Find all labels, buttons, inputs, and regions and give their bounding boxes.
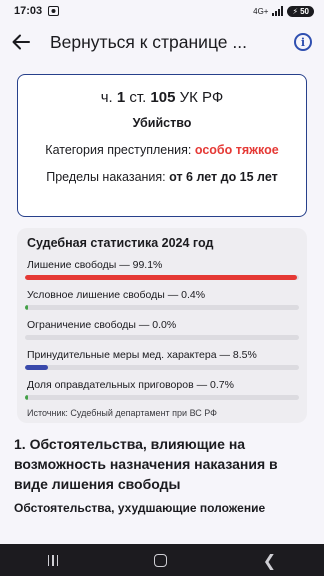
stats-title: Судебная статистика 2024 год (27, 236, 214, 250)
back-icon[interactable]: ❮ (263, 551, 276, 570)
stat-bar-track (25, 305, 299, 310)
status-bar: 17:03 4G+ ⚡ 50 (0, 0, 324, 22)
stat-label: Доля оправдательных приговоров — 0.7% (27, 379, 234, 391)
stats-source: Источник: Судебный департамент при ВС РФ (27, 408, 218, 418)
article-number: 105 (150, 89, 176, 106)
stat-bar-track (25, 365, 299, 370)
system-nav-bar: ❮ (0, 544, 324, 576)
arrow-left-icon[interactable] (12, 34, 30, 50)
recent-apps-icon[interactable] (47, 554, 59, 566)
info-icon[interactable]: i (294, 33, 312, 51)
page-title: Вернуться к странице ... (50, 31, 247, 52)
article-code: УК РФ (179, 89, 224, 106)
article-prefix: ч. (100, 89, 113, 106)
punishment-limits: Пределы наказания: от 6 лет до 15 лет (18, 169, 306, 186)
crime-category: Категория преступления: особо тяжкое (18, 142, 306, 159)
stat-bar-fill (25, 305, 29, 310)
stat-row: Доля оправдательных приговоров — 0.7% (25, 379, 299, 400)
stat-bar-track (25, 275, 299, 280)
limits-value: от 6 лет до 15 лет (169, 170, 278, 184)
article-reference: ч. 1 ст. 105 УК РФ (18, 89, 306, 106)
crime-name: Убийство (132, 116, 192, 130)
stat-bar-track (25, 335, 299, 340)
stat-label: Принудительные меры мед. характера — 8.5… (27, 349, 257, 361)
stat-bar-fill (25, 365, 49, 370)
battery-level: 50 (300, 6, 309, 16)
limits-label: Пределы наказания: (46, 170, 166, 184)
article-mid: ст. (129, 89, 147, 106)
stat-row: Ограничение свободы — 0.0% (25, 319, 299, 340)
home-icon[interactable] (154, 553, 168, 567)
article-card: ч. 1 ст. 105 УК РФ Убийство Категория пр… (17, 74, 307, 217)
stat-row: Принудительные меры мед. характера — 8.5… (25, 349, 299, 370)
stat-label: Ограничение свободы — 0.0% (27, 319, 177, 331)
network-label: 4G+ (253, 6, 269, 16)
stat-label: Условное лишение свободы — 0.4% (27, 289, 206, 301)
stat-label: Лишение свободы — 99.1% (27, 259, 163, 271)
battery-icon: ⚡ (292, 6, 299, 16)
stat-row: Лишение свободы — 99.1% (25, 259, 299, 280)
stat-bar-fill (25, 395, 29, 400)
screenshot-icon (48, 6, 60, 16)
category-label: Категория преступления: (45, 143, 192, 157)
signal-icon (272, 6, 284, 16)
stat-row: Условное лишение свободы — 0.4% (25, 289, 299, 310)
category-value: особо тяжкое (194, 143, 279, 157)
court-stats-card: Судебная статистика 2024 год Лишение сво… (17, 228, 307, 423)
section-heading: 1. Обстоятельства, влияющие на возможнос… (14, 436, 278, 492)
stat-bar-fill (25, 275, 297, 280)
battery-badge: ⚡ 50 (287, 5, 314, 17)
stats-list: Лишение свободы — 99.1% Условное лишение… (25, 259, 299, 400)
article-part: 1 (116, 89, 126, 106)
status-time: 17:03 (14, 5, 43, 17)
app-bar: Вернуться к странице ... i (0, 22, 324, 62)
section-subheading: Обстоятельства, ухудшающие положение (14, 501, 266, 515)
stat-bar-track (25, 395, 299, 400)
